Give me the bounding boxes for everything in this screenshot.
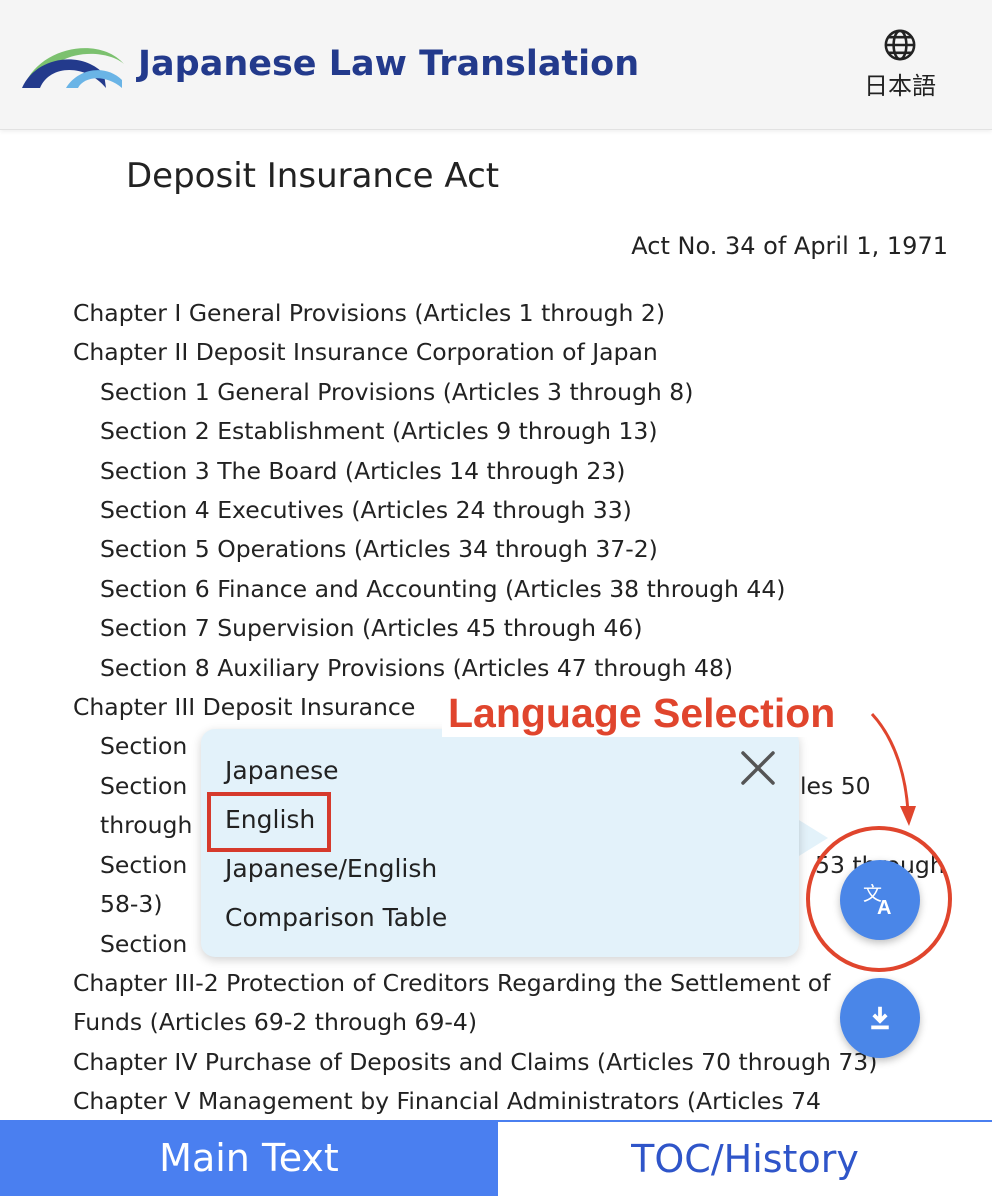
toc-chapter-link[interactable]: Chapter V Management by Financial Admini… [73,1082,953,1121]
toc-section-link[interactable]: Section 3 The Board (Articles 14 through… [73,452,953,491]
toc-section-link[interactable]: Section 2 Establishment (Articles 9 thro… [73,412,953,451]
toc-chapter-link[interactable]: Chapter I General Provisions (Articles 1… [73,294,953,333]
toc-section-link[interactable]: Section 7 Supervision (Articles 45 throu… [73,609,953,648]
brand-title[interactable]: Japanese Law Translation [138,44,639,84]
language-option-japanese-english[interactable]: Japanese/English [225,854,437,883]
toc-chapter-link[interactable]: Funds (Articles 69-2 through 69-4) [73,1003,953,1042]
tab-toc-history[interactable]: TOC/History [498,1120,992,1196]
site-header: Japanese Law Translation 日本語 [0,0,992,130]
tab-main-text[interactable]: Main Text [0,1120,498,1196]
toc-section-link[interactable]: Section 6 Finance and Accounting (Articl… [73,570,953,609]
close-icon[interactable] [739,749,777,787]
language-option-japanese[interactable]: Japanese [225,756,339,785]
svg-text:A: A [877,897,891,919]
toc-section-link[interactable]: Section 4 Executives (Articles 24 throug… [73,491,953,530]
language-switch-link[interactable]: 日本語 [858,28,942,101]
toc-chapter-link[interactable]: Chapter IV Purchase of Deposits and Clai… [73,1043,953,1082]
toc-section-link[interactable]: Section 1 General Provisions (Articles 3… [73,373,953,412]
download-icon [871,1006,889,1030]
law-title: Deposit Insurance Act [126,156,500,196]
language-option-comparison-table[interactable]: Comparison Table [225,903,447,932]
toc-section-start: Section [100,850,188,879]
language-switch-label: 日本語 [864,72,936,100]
toc-section-start: Section [100,771,188,800]
toc-chapter-link[interactable]: Chapter II Deposit Insurance Corporation… [73,333,953,372]
globe-icon [884,29,916,61]
toc-section-link[interactable]: Section 5 Operations (Articles 34 throug… [73,530,953,569]
download-button[interactable] [840,978,920,1058]
toc-section-link[interactable]: Section 8 Auxiliary Provisions (Articles… [73,649,953,688]
selected-option-highlight [207,792,331,852]
annotation-label: Language Selection [442,690,842,737]
act-number: Act No. 34 of April 1, 1971 [631,232,948,260]
jlt-logo-icon[interactable] [22,34,126,90]
translate-button[interactable]: 文 A [840,860,920,940]
toc-section-end: les 50 [800,771,871,800]
translate-icon: 文 A [863,883,891,919]
toc-chapter-link[interactable]: Chapter III-2 Protection of Creditors Re… [73,964,953,1003]
bottom-tab-bar: Main Text TOC/History [0,1120,992,1196]
